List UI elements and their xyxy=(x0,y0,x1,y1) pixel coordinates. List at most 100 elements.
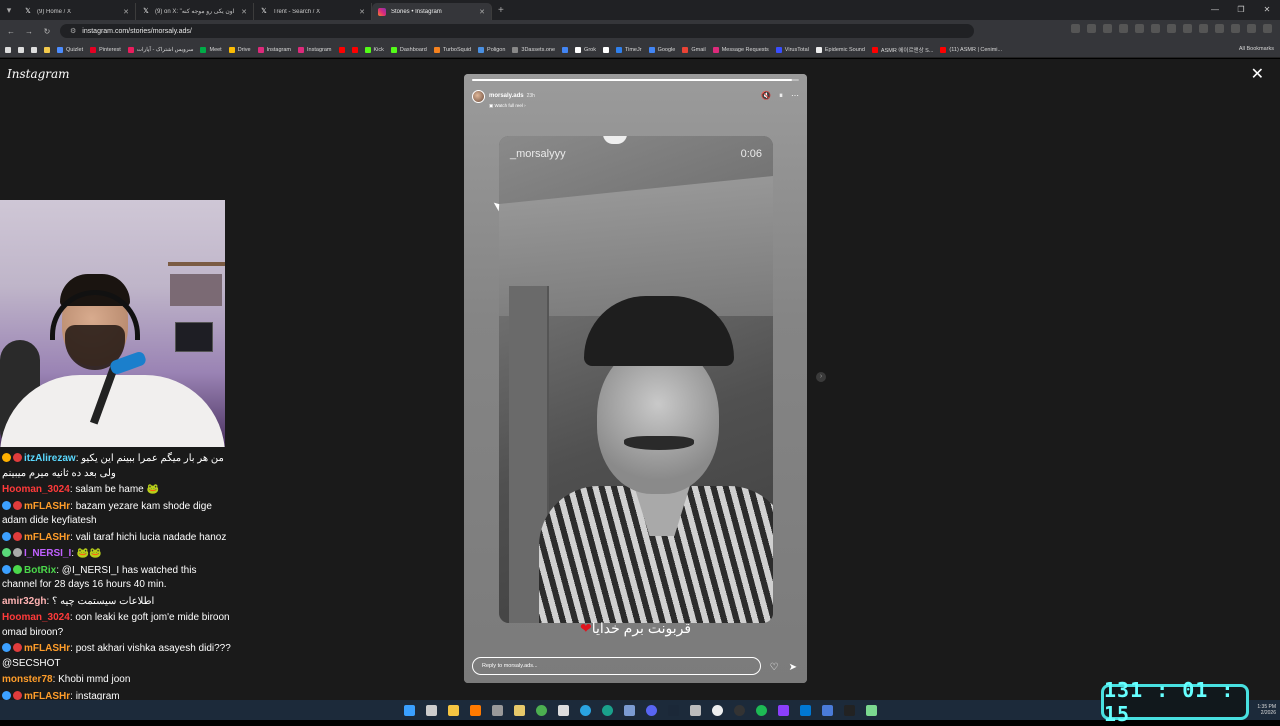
site-info-icon[interactable]: ⚙ xyxy=(70,27,76,35)
bookmark-item[interactable]: VirusTotal xyxy=(775,46,809,53)
gamepad-icon[interactable] xyxy=(689,704,701,716)
tab-instagram-stories[interactable]: Stories • Instagram ✕ xyxy=(372,3,492,20)
bookmark-item[interactable]: Poligon xyxy=(478,46,505,53)
extension-icon[interactable] xyxy=(1199,24,1208,33)
close-tab-icon[interactable]: ✕ xyxy=(241,8,247,16)
maximize-icon[interactable]: ❐ xyxy=(1228,0,1254,20)
next-story-icon[interactable]: › xyxy=(816,372,826,382)
bookmark-item[interactable]: Gmail xyxy=(682,46,706,53)
docs-icon[interactable] xyxy=(821,704,833,716)
bookmark-item[interactable]: TimeJr xyxy=(615,46,642,53)
bookmark-item[interactable]: Message Requests xyxy=(712,46,769,53)
extension-icon[interactable] xyxy=(1151,24,1160,33)
bookmark-item[interactable]: 3Dassets.one xyxy=(512,46,555,53)
zoom-icon[interactable] xyxy=(1071,24,1080,33)
close-tab-icon[interactable]: ✕ xyxy=(123,8,129,16)
all-bookmarks-button[interactable]: All Bookmarks xyxy=(1239,46,1274,52)
edge-icon[interactable] xyxy=(601,704,613,716)
chrome-icon[interactable] xyxy=(535,704,547,716)
more-options-icon[interactable]: ⋯ xyxy=(791,91,799,101)
bookmark-item[interactable]: Grok xyxy=(575,46,596,53)
telegram-icon[interactable] xyxy=(579,704,591,716)
bookmark-item[interactable]: (11) ASMR | Cenimi... xyxy=(940,46,1002,53)
close-tab-icon[interactable]: ✕ xyxy=(359,8,365,16)
lock-icon[interactable] xyxy=(513,704,525,716)
rider-icon[interactable] xyxy=(777,704,789,716)
tab-trent-search[interactable]: 𝕏 Trent - Search / X ✕ xyxy=(254,3,372,20)
vscode-icon[interactable] xyxy=(799,704,811,716)
clock[interactable]: 1:35 PM 2/2026 xyxy=(1257,704,1276,716)
puzzle-icon[interactable] xyxy=(1215,24,1224,33)
download-icon[interactable] xyxy=(1231,24,1240,33)
bookmark-item[interactable]: Dashboard xyxy=(390,46,427,53)
bookmark-apps-icon[interactable] xyxy=(5,46,11,53)
send-icon[interactable]: ➤ xyxy=(789,662,797,673)
terminal-icon[interactable] xyxy=(843,704,855,716)
like-heart-icon[interactable]: ♡ xyxy=(770,662,779,673)
menu-icon[interactable] xyxy=(1263,24,1272,33)
spotify-icon[interactable] xyxy=(755,704,767,716)
extension-icon[interactable] xyxy=(1167,24,1176,33)
folder-icon[interactable] xyxy=(447,704,459,716)
eye-off-icon[interactable] xyxy=(1103,24,1112,33)
url-input[interactable]: ⚙ instagram.com/stories/morsaly.ads/ xyxy=(60,24,974,38)
steam-icon[interactable] xyxy=(667,704,679,716)
close-icon[interactable]: ✕ xyxy=(1251,67,1264,83)
app-icon[interactable] xyxy=(623,704,635,716)
discord-icon[interactable] xyxy=(645,704,657,716)
new-tab-button[interactable]: + xyxy=(492,5,504,16)
gear-icon[interactable] xyxy=(491,704,503,716)
close-tab-icon[interactable]: ✕ xyxy=(479,8,485,16)
tab-post-x[interactable]: 𝕏 (9) on X: "اون یکی رو موجه کنه ✕ xyxy=(136,3,254,20)
story-username[interactable]: morsaly.ads xyxy=(489,93,524,99)
badge-icon xyxy=(13,690,22,700)
pause-icon[interactable]: ⏸ xyxy=(779,91,783,101)
profile-icon[interactable] xyxy=(1247,24,1256,33)
bookmark-icon[interactable] xyxy=(44,46,50,53)
bookmark-item[interactable]: Google xyxy=(648,46,675,53)
notepad-icon[interactable] xyxy=(865,704,877,716)
mute-icon[interactable]: 🔇 xyxy=(761,91,771,101)
bookmark-item[interactable]: ASMR 에이르앤상 S... xyxy=(871,46,933,54)
tab-search-menu[interactable]: ▾ xyxy=(0,0,18,20)
bookmark-icon[interactable] xyxy=(562,46,569,53)
windows-icon[interactable] xyxy=(403,704,415,716)
file-icon[interactable] xyxy=(425,704,437,716)
bookmark-item[interactable]: Drive xyxy=(228,46,251,53)
bookmark-item[interactable]: Instagram xyxy=(257,46,291,53)
forward-icon[interactable]: → xyxy=(24,27,34,36)
bookmark-icon[interactable] xyxy=(18,46,24,53)
bookmark-youtube-icon[interactable] xyxy=(351,46,358,53)
minimize-icon[interactable]: — xyxy=(1202,0,1228,20)
close-window-icon[interactable]: ✕ xyxy=(1254,0,1280,20)
avatar[interactable] xyxy=(472,89,485,103)
bookmark-icon[interactable] xyxy=(602,46,609,53)
star-icon[interactable] xyxy=(1119,24,1128,33)
bookmark-item[interactable]: Meet xyxy=(200,46,222,53)
watch-full-reel-link[interactable]: ▣ Watch full reel › xyxy=(489,103,535,109)
back-icon[interactable]: ← xyxy=(6,27,16,36)
extension-icon[interactable] xyxy=(1135,24,1144,33)
search-icon[interactable] xyxy=(469,704,481,716)
tab-home-x[interactable]: 𝕏 (9) Home / X ✕ xyxy=(18,3,136,20)
story-viewer[interactable]: morsaly.ads 23h ▣ Watch full reel › 🔇 ⏸ ⋯… xyxy=(464,74,807,683)
bookmark-item[interactable]: سرویس اشتراک - آپارات xyxy=(127,46,193,53)
github-icon[interactable] xyxy=(711,704,723,716)
bookmark-item[interactable]: TurboSquid xyxy=(433,46,471,53)
bookmark-item[interactable]: Instagram xyxy=(298,46,332,53)
bookmark-icon[interactable] xyxy=(31,46,37,53)
install-icon[interactable] xyxy=(1087,24,1096,33)
extension-icon[interactable] xyxy=(1183,24,1192,33)
story-caption-text: قربونت برم خدایا xyxy=(591,620,692,636)
wordpad-icon[interactable] xyxy=(557,704,569,716)
bookmark-youtube-icon[interactable] xyxy=(338,46,345,53)
streamer-webcam xyxy=(0,200,225,447)
reload-icon[interactable]: ↻ xyxy=(42,27,52,36)
obs-icon[interactable] xyxy=(733,704,745,716)
bookmark-item[interactable]: Quizlet xyxy=(57,46,83,53)
bookmark-item[interactable]: Pinterest xyxy=(90,46,121,53)
bookmark-item[interactable]: Epidemic Sound xyxy=(815,46,865,53)
bookmark-item[interactable]: Kick xyxy=(364,46,384,53)
reply-input[interactable]: Reply to morsaly.ads... xyxy=(472,657,761,675)
instagram-logo[interactable]: Instagram xyxy=(7,67,70,81)
